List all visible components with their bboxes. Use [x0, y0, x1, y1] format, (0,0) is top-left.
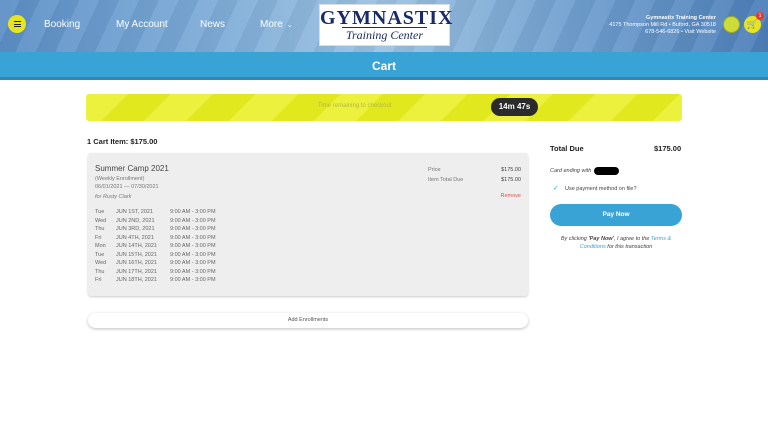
terms-prefix: By clicking [560, 236, 589, 242]
use-payment-label: Use payment method on file? [565, 186, 637, 192]
logo-line-1: GYMNASTIX [320, 7, 454, 29]
schedule-time: 9:00 AM - 3:00 PM [170, 251, 216, 258]
page-title: Cart [0, 52, 768, 80]
total-due-value: $175.00 [654, 144, 682, 153]
terms-text: By clicking 'Pay Now', I agree to the Te… [550, 235, 682, 251]
schedule-date: JUN 2ND, 2021 [116, 217, 155, 224]
schedule-day: Tue [95, 251, 105, 258]
item-total-label: Item Total Due [428, 177, 464, 183]
schedule-time: 9:00 AM - 3:00 PM [170, 217, 216, 224]
item-participant: for Rusty Clark [95, 194, 132, 200]
schedule-row: Thu JUN 17TH, 2021 9:00 AM - 3:00 PM [95, 269, 295, 278]
timer-value: 14m 47s [491, 98, 538, 116]
schedule-date: JUN 4TH, 2021 [116, 234, 154, 241]
checkout-timer-banner: Time remaining to checkout 14m 47s [86, 94, 682, 121]
schedule-row: Tue JUN 15TH, 2021 9:00 AM - 3:00 PM [95, 252, 295, 261]
nav-more-label: More [260, 19, 283, 30]
schedule-day: Wed [95, 260, 107, 266]
schedule-date: JUN 16TH, 2021 [116, 260, 157, 266]
schedule-day: Fri [95, 234, 102, 241]
gym-logo[interactable]: GYMNASTIX Training Center [319, 4, 454, 46]
schedule-time: 9:00 AM - 3:00 PM [170, 226, 216, 232]
item-dates: 06/01/2021 — 07/30/2021 [95, 184, 159, 190]
nav-my-account[interactable]: My Account [116, 19, 168, 30]
gym-address: 4175 Thompson Mill Rd • Buford, GA 30518 [609, 22, 716, 28]
schedule-date: JUN 1ST, 2021 [116, 209, 153, 215]
logo-line-2: Training Center [320, 27, 449, 42]
cart-icon: 🛒 [746, 19, 759, 29]
item-type: (Weekly Enrollment) [95, 176, 145, 182]
price-label: Price [428, 167, 441, 173]
schedule-row: Fri JUN 4TH, 2021 9:00 AM - 3:00 PM [95, 235, 295, 244]
total-due-label: Total Due [550, 144, 584, 153]
menu-button[interactable] [8, 15, 26, 33]
schedule-row: Mon JUN 14TH, 2021 9:00 AM - 3:00 PM [95, 243, 295, 252]
nav-more[interactable]: More ⌄ [260, 19, 293, 30]
checkmark-icon: ✓ [553, 185, 559, 192]
cart-badge: 1 [756, 12, 764, 20]
terms-bold: 'Pay Now' [588, 236, 614, 242]
main-content: Time remaining to checkout 14m 47s 1 Car… [0, 80, 768, 432]
item-total-value: $175.00 [501, 177, 521, 183]
card-number-redacted [594, 167, 619, 175]
cart-item-card: Summer Camp 2021 (Weekly Enrollment) 06/… [88, 153, 528, 296]
remove-link[interactable]: Remove [501, 193, 521, 199]
schedule-date: JUN 14TH, 2021 [116, 243, 157, 249]
avatar[interactable] [723, 16, 740, 33]
schedule-time: 9:00 AM - 3:00 PM [170, 277, 216, 283]
schedule-time: 9:00 AM - 3:00 PM [170, 243, 216, 249]
timer-label: Time remaining to checkout [318, 103, 392, 109]
pay-now-button[interactable]: Pay Now [550, 204, 682, 226]
schedule-date: JUN 17TH, 2021 [116, 268, 157, 275]
nav-booking[interactable]: Booking [44, 19, 80, 30]
item-title: Summer Camp 2021 [95, 164, 169, 173]
schedule-day: Fri [95, 277, 102, 283]
schedule-day: Wed [95, 217, 107, 224]
logo-line-2-text: Training Center [341, 27, 427, 42]
hamburger-icon [13, 21, 21, 27]
schedule-date: JUN 15TH, 2021 [116, 251, 157, 258]
chevron-down-icon: ⌄ [286, 22, 293, 29]
gym-contact[interactable]: 678-546-6826 • Visit Website [609, 29, 716, 36]
schedule-date: JUN 3RD, 2021 [116, 226, 155, 232]
schedule-day: Thu [95, 226, 105, 232]
schedule-date: JUN 18TH, 2021 [116, 277, 157, 283]
schedule-day: Tue [95, 209, 105, 215]
schedule-row: Wed JUN 2ND, 2021 9:00 AM - 3:00 PM [95, 218, 295, 227]
schedule-row: Wed JUN 16TH, 2021 9:00 AM - 3:00 PM [95, 260, 295, 269]
nav-news[interactable]: News [200, 19, 225, 30]
use-payment-checkbox[interactable]: ✓ Use payment method on file? [553, 185, 637, 192]
schedule-time: 9:00 AM - 3:00 PM [170, 260, 216, 266]
schedule-day: Mon [95, 243, 106, 249]
gym-name: Gymnastix Training Center [646, 15, 716, 21]
schedule-time: 9:00 AM - 3:00 PM [170, 209, 216, 215]
schedule-row: Thu JUN 3RD, 2021 9:00 AM - 3:00 PM [95, 226, 295, 235]
schedule-row: Fri JUN 18TH, 2021 9:00 AM - 3:00 PM [95, 277, 295, 286]
terms-mid: , I agree to the [613, 236, 651, 242]
schedule-time: 9:00 AM - 3:00 PM [170, 234, 216, 241]
cart-item-count: 1 Cart Item: $175.00 [87, 137, 158, 146]
cart-button[interactable]: 🛒 1 [744, 12, 764, 33]
card-ending-label: Card ending with [550, 168, 592, 174]
price-value: $175.00 [501, 167, 521, 173]
schedule-row: Tue JUN 1ST, 2021 9:00 AM - 3:00 PM [95, 209, 295, 218]
schedule-day: Thu [95, 268, 105, 275]
schedule-time: 9:00 AM - 3:00 PM [170, 268, 216, 275]
schedule-list: Tue JUN 1ST, 2021 9:00 AM - 3:00 PM Wed JUN… [95, 209, 295, 286]
gym-info: Gymnastix Training Center 4175 Thompson … [609, 15, 716, 36]
add-enrollments-button[interactable]: Add Enrollments [88, 313, 528, 328]
terms-suffix: for this transaction [605, 244, 653, 250]
